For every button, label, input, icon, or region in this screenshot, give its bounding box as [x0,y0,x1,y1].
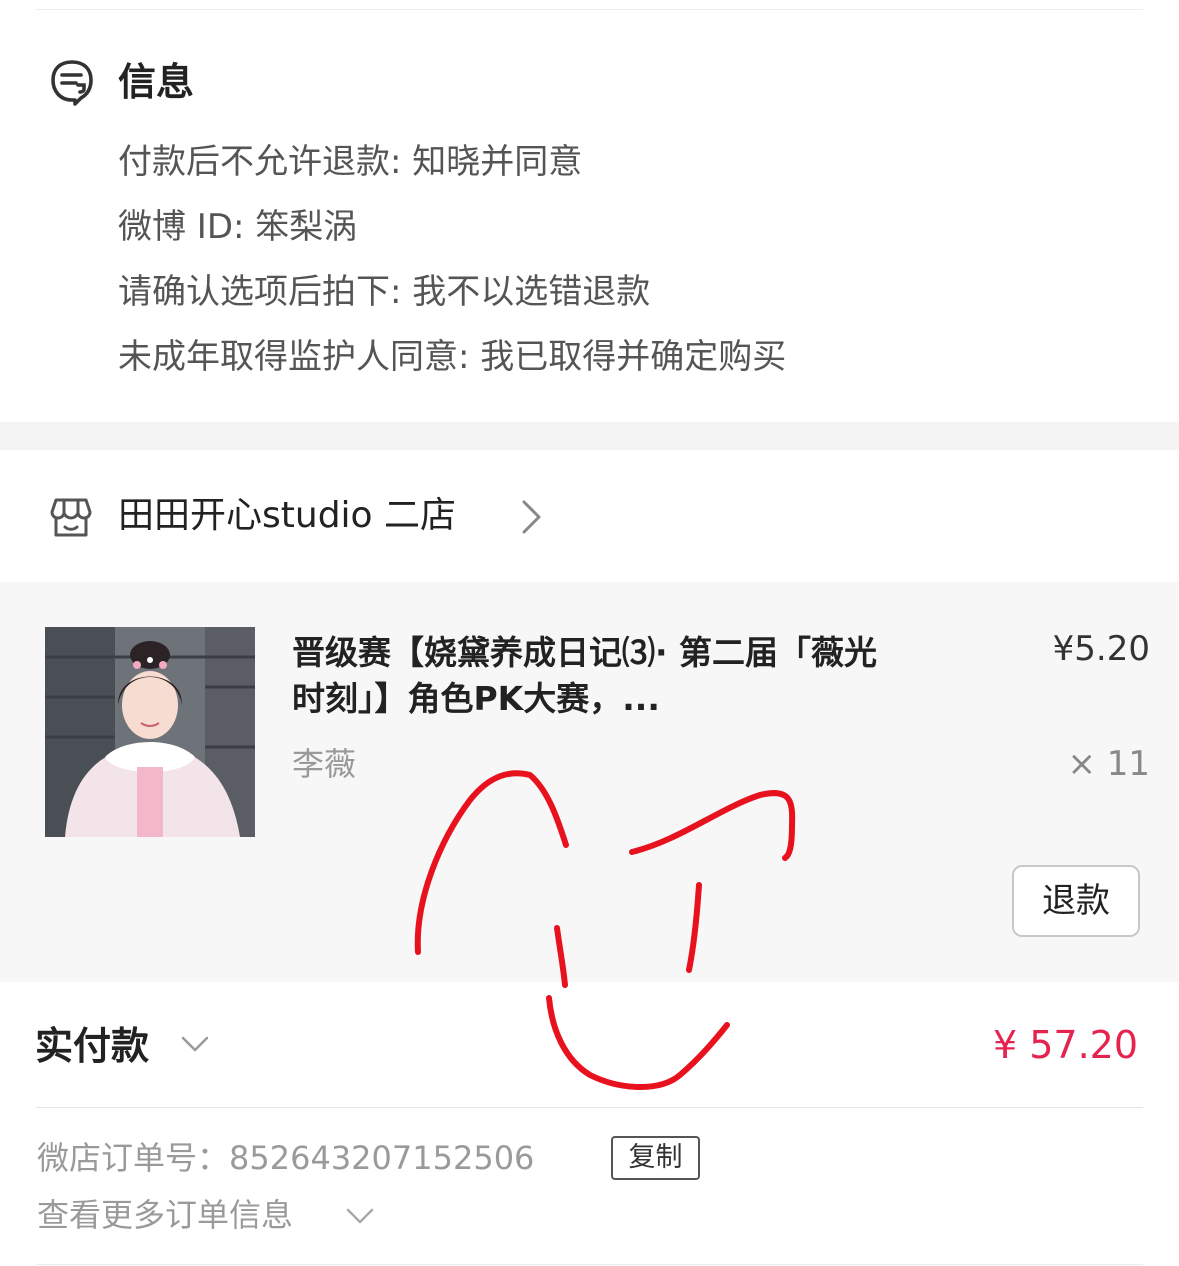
chevron-right-icon[interactable] [518,498,544,536]
product-quantity: × 11 [1067,744,1150,784]
bottom-divider [36,1264,1143,1265]
info-line-refund-policy: 付款后不允许退款: 知晓并同意 [118,142,583,182]
info-line-weibo-id: 微博 ID: 笨梨涡 [118,207,358,247]
product-variant: 李薇 [292,745,357,783]
order-number: 微店订单号：852643207152506 [37,1135,534,1181]
more-order-info-link[interactable]: 查看更多订单信息 [37,1192,293,1238]
product-title[interactable]: 晋级赛【娆黛养成日记⑶· 第二届「薇光时刻」】角色PK大赛，... [292,630,892,722]
section-gap [0,422,1179,450]
copy-order-number-button[interactable]: 复制 [611,1136,700,1180]
top-divider [36,9,1143,10]
info-line-option-confirm: 请确认选项后拍下: 我不以选错退款 [118,272,651,312]
paid-amount-label[interactable]: 实付款 [35,1021,149,1071]
storefront-icon[interactable] [48,494,94,540]
order-number-label: 微店订单号： [37,1139,230,1177]
product-price: ¥5.20 [1052,629,1150,669]
info-line-guardian-consent: 未成年取得监护人同意: 我已取得并确定购买 [118,337,787,377]
order-number-value: 852643207152506 [229,1139,535,1177]
shop-name-link[interactable]: 田田开心studio 二店 [118,492,456,540]
info-section-title: 信息 [118,60,195,104]
divider [36,1107,1143,1108]
message-note-icon [51,60,93,106]
chevron-down-icon[interactable] [180,1032,210,1056]
paid-amount-value: ¥ 57.20 [992,1023,1138,1067]
chevron-down-icon[interactable] [345,1205,375,1227]
product-thumbnail[interactable] [45,627,255,837]
refund-button[interactable]: 退款 [1012,865,1140,937]
